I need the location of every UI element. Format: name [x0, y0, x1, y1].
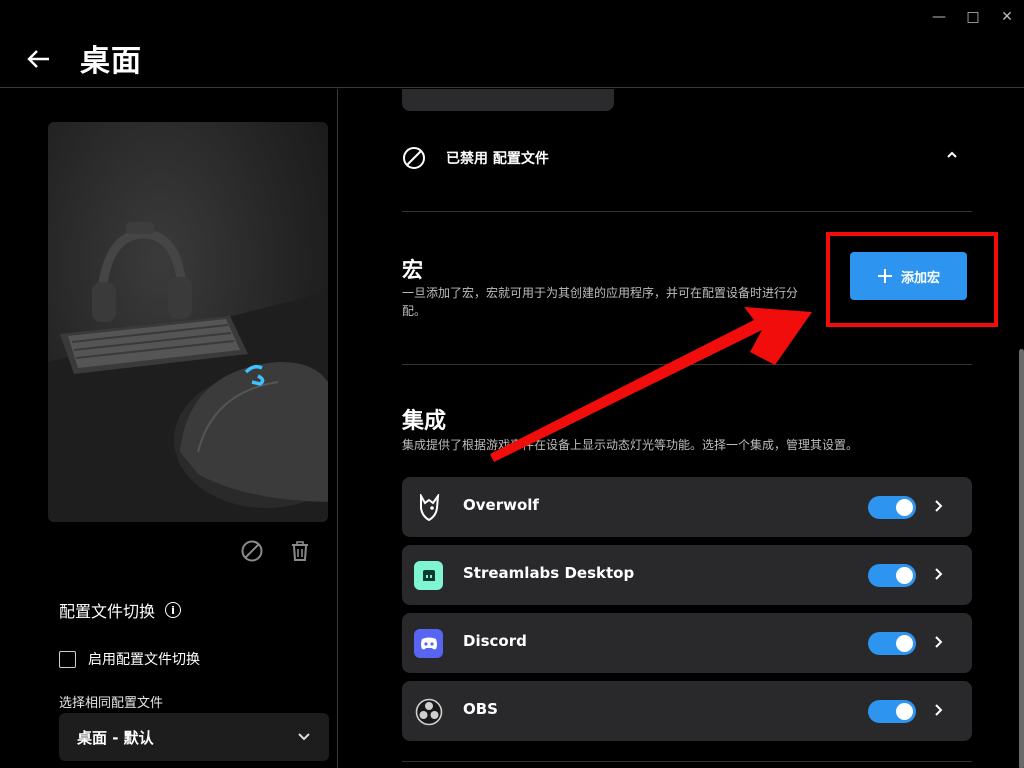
enable-switch-row[interactable]: 启用配置文件切换 [59, 649, 200, 669]
trash-icon [292, 541, 308, 561]
profile-card-partial[interactable] [402, 89, 614, 111]
integration-toggle[interactable] [868, 564, 916, 587]
highlight-annotation-box [826, 232, 998, 327]
integration-toggle[interactable] [868, 632, 916, 655]
divider [402, 761, 972, 762]
left-panel: 配置文件切换 i 启用配置文件切换 选择相同配置文件 桌面 - 默认 [0, 89, 338, 768]
toggle-knob [896, 703, 913, 720]
profile-select[interactable]: 桌面 - 默认 [59, 713, 329, 761]
chevron-right-icon[interactable] [934, 567, 944, 581]
chevron-right-icon[interactable] [934, 499, 944, 513]
divider [402, 364, 972, 365]
disabled-profile-row[interactable]: 已禁用 配置文件 [402, 146, 972, 170]
obs-icon [414, 697, 443, 726]
profile-switch-title: 配置文件切换 [59, 602, 156, 621]
integration-toggle[interactable] [868, 496, 916, 519]
divider [402, 211, 972, 212]
header: 桌面 [0, 0, 1024, 88]
toggle-knob [896, 499, 913, 516]
integration-row-discord[interactable]: Discord [402, 613, 972, 673]
right-panel: 已禁用 配置文件 宏 一旦添加了宏，宏就可用于为其创建的应用程序，并可在配置设备… [339, 89, 1024, 768]
integrations-description: 集成提供了根据游戏事件在设备上显示动态灯光等功能。选择一个集成，管理其设置。 [402, 438, 859, 452]
disable-device-button[interactable] [240, 539, 264, 567]
disabled-profile-label: 已禁用 配置文件 [446, 151, 549, 167]
enable-switch-checkbox[interactable] [59, 650, 76, 668]
scrollbar[interactable] [1019, 349, 1024, 768]
back-button[interactable] [24, 44, 54, 74]
macro-title: 宏 [402, 258, 423, 282]
delete-button[interactable] [288, 539, 312, 567]
macro-description: 一旦添加了宏，宏就可用于为其创建的应用程序，并可在配置设备时进行分配。 [402, 286, 799, 318]
profile-select-value: 桌面 - 默认 [77, 728, 154, 747]
prohibited-icon [241, 540, 263, 562]
integration-name: OBS [463, 700, 498, 718]
profile-switch-heading: 配置文件切换 i [59, 598, 182, 622]
device-image [48, 122, 328, 522]
chevron-right-icon[interactable] [934, 635, 944, 649]
chevron-up-icon[interactable] [946, 150, 958, 160]
integrations-title: 集成 [402, 409, 447, 434]
toggle-knob [896, 635, 913, 652]
chevron-down-icon [298, 733, 310, 741]
prohibited-icon [403, 147, 425, 169]
back-arrow-icon [27, 50, 49, 68]
integration-row-overwolf[interactable]: Overwolf [402, 477, 972, 537]
toggle-knob [896, 567, 913, 584]
integration-name: Discord [463, 632, 527, 650]
overwolf-icon [414, 493, 443, 522]
integration-name: Overwolf [463, 496, 539, 514]
info-icon[interactable]: i [165, 602, 182, 618]
integration-row-obs[interactable]: OBS [402, 681, 972, 741]
page-title: 桌面 [80, 44, 142, 79]
device-scene-illustration [48, 222, 328, 522]
enable-switch-label: 启用配置文件切换 [88, 652, 200, 668]
streamlabs-icon [414, 561, 443, 590]
integration-toggle[interactable] [868, 700, 916, 723]
discord-icon [414, 629, 443, 658]
integration-row-streamlabs[interactable]: Streamlabs Desktop [402, 545, 972, 605]
integration-name: Streamlabs Desktop [463, 564, 635, 582]
chevron-right-icon[interactable] [934, 703, 944, 717]
device-actions [240, 539, 312, 567]
same-profile-label: 选择相同配置文件 [59, 696, 164, 711]
